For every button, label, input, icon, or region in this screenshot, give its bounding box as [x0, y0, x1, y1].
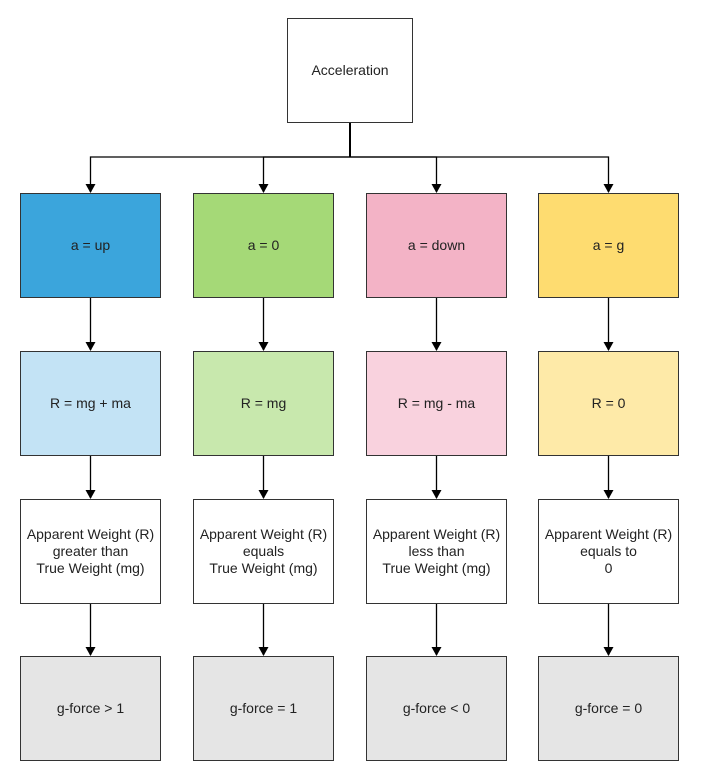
node-accel-3: a = down [366, 193, 507, 298]
node-gforce-1: g-force > 1 [20, 656, 161, 761]
node-accel-2: a = 0 [193, 193, 334, 298]
node-reaction-4: R = 0 [538, 351, 679, 456]
node-weight-1: Apparent Weight (R) greater than True We… [20, 499, 161, 604]
arrow-root-to-col-2 [258, 156, 350, 193]
arrow-root-to-col-4 [350, 156, 614, 193]
node-weight-4: Apparent Weight (R) equals to 0 [538, 499, 679, 604]
arrow-root-to-col-3 [350, 156, 442, 193]
node-accel-4: a = g [538, 193, 679, 298]
node-weight-2: Apparent Weight (R) equals True Weight (… [193, 499, 334, 604]
node-reaction-3: R = mg - ma [366, 351, 507, 456]
node-reaction-2: R = mg [193, 351, 334, 456]
root-node-acceleration: Acceleration [287, 18, 413, 123]
node-reaction-1: R = mg + ma [20, 351, 161, 456]
node-accel-1: a = up [20, 193, 161, 298]
node-weight-3: Apparent Weight (R) less than True Weigh… [366, 499, 507, 604]
node-gforce-3: g-force < 0 [366, 656, 507, 761]
node-gforce-4: g-force = 0 [538, 656, 679, 761]
node-gforce-2: g-force = 1 [193, 656, 334, 761]
arrow-root-to-col-1 [85, 156, 350, 193]
